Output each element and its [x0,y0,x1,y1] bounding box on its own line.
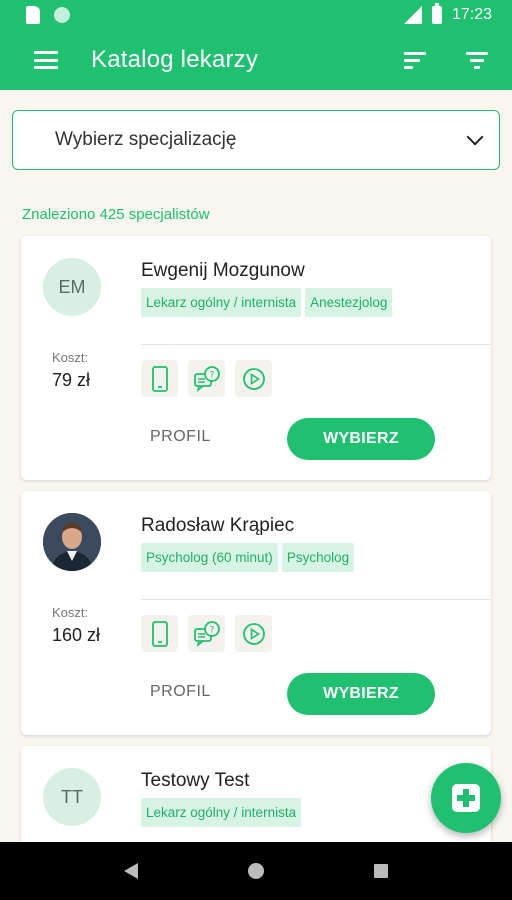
cost-label: Koszt: [52,350,89,365]
cost-value: 79 zł [52,370,91,390]
avatar [43,513,101,571]
specialization-tag: Psycholog [281,543,355,572]
video-icon[interactable] [235,360,272,397]
chat-icon[interactable]: ? [188,360,225,397]
menu-icon[interactable] [34,51,58,69]
filter-icon[interactable] [466,51,490,69]
doctor-name[interactable]: Ewgenij Mozgunow [141,260,305,282]
back-icon[interactable] [124,863,138,879]
svg-text:?: ? [209,625,214,635]
sim-icon [26,6,40,24]
page-title: Katalog lekarzy [91,46,259,73]
profile-button[interactable]: PROFIL [150,683,211,701]
sort-icon[interactable] [404,51,428,69]
choose-button[interactable]: WYBIERZ [287,418,435,460]
doctor-card: EM Ewgenij Mozgunow Lekarz ogólny / inte… [21,236,491,480]
results-count: Znaleziono 425 specjalistów [22,206,210,223]
profile-button[interactable]: PROFIL [150,428,211,446]
divider [141,599,491,600]
cost-value: 160 zł [52,625,101,645]
choose-button[interactable]: WYBIERZ [287,673,435,715]
notification-dot-icon [54,7,70,23]
avatar: TT [43,768,101,826]
avatar: EM [43,258,101,316]
battery-icon [431,3,442,24]
status-time: 17:23 [451,6,492,23]
specialization-tag: Psycholog (60 minut) [141,543,278,572]
specialization-select-placeholder: Wybierz specjalizację [55,129,237,150]
svg-text:?: ? [209,370,214,380]
app-bar: Katalog lekarzy [0,30,512,90]
phone-icon[interactable] [141,615,178,652]
chevron-down-icon [466,128,484,146]
medical-plus-icon [452,784,480,812]
specialization-select[interactable]: Wybierz specjalizację [12,110,500,170]
phone-icon[interactable] [141,360,178,397]
chat-icon[interactable]: ? [188,615,225,652]
doctor-card: TT Testowy Test Lekarz ogólny / internis… [21,746,491,846]
doctor-card: Radosław Krąpiec Psycholog (60 minut) Ps… [21,491,491,735]
signal-icon [403,6,422,24]
specialization-tag: Lekarz ogólny / internista [141,798,302,827]
video-icon[interactable] [235,615,272,652]
add-visit-button[interactable] [431,763,501,833]
system-nav-bar [0,842,512,900]
status-bar: 17:23 [0,0,512,30]
home-icon[interactable] [248,863,264,879]
cost-label: Koszt: [52,605,89,620]
doctor-name[interactable]: Testowy Test [141,770,249,792]
doctor-name[interactable]: Radosław Krąpiec [141,515,294,537]
specialization-tag: Lekarz ogólny / internista [141,288,302,317]
recent-apps-icon[interactable] [374,864,388,878]
specialization-tag: Anestezjolog [305,288,393,317]
divider [141,344,491,345]
